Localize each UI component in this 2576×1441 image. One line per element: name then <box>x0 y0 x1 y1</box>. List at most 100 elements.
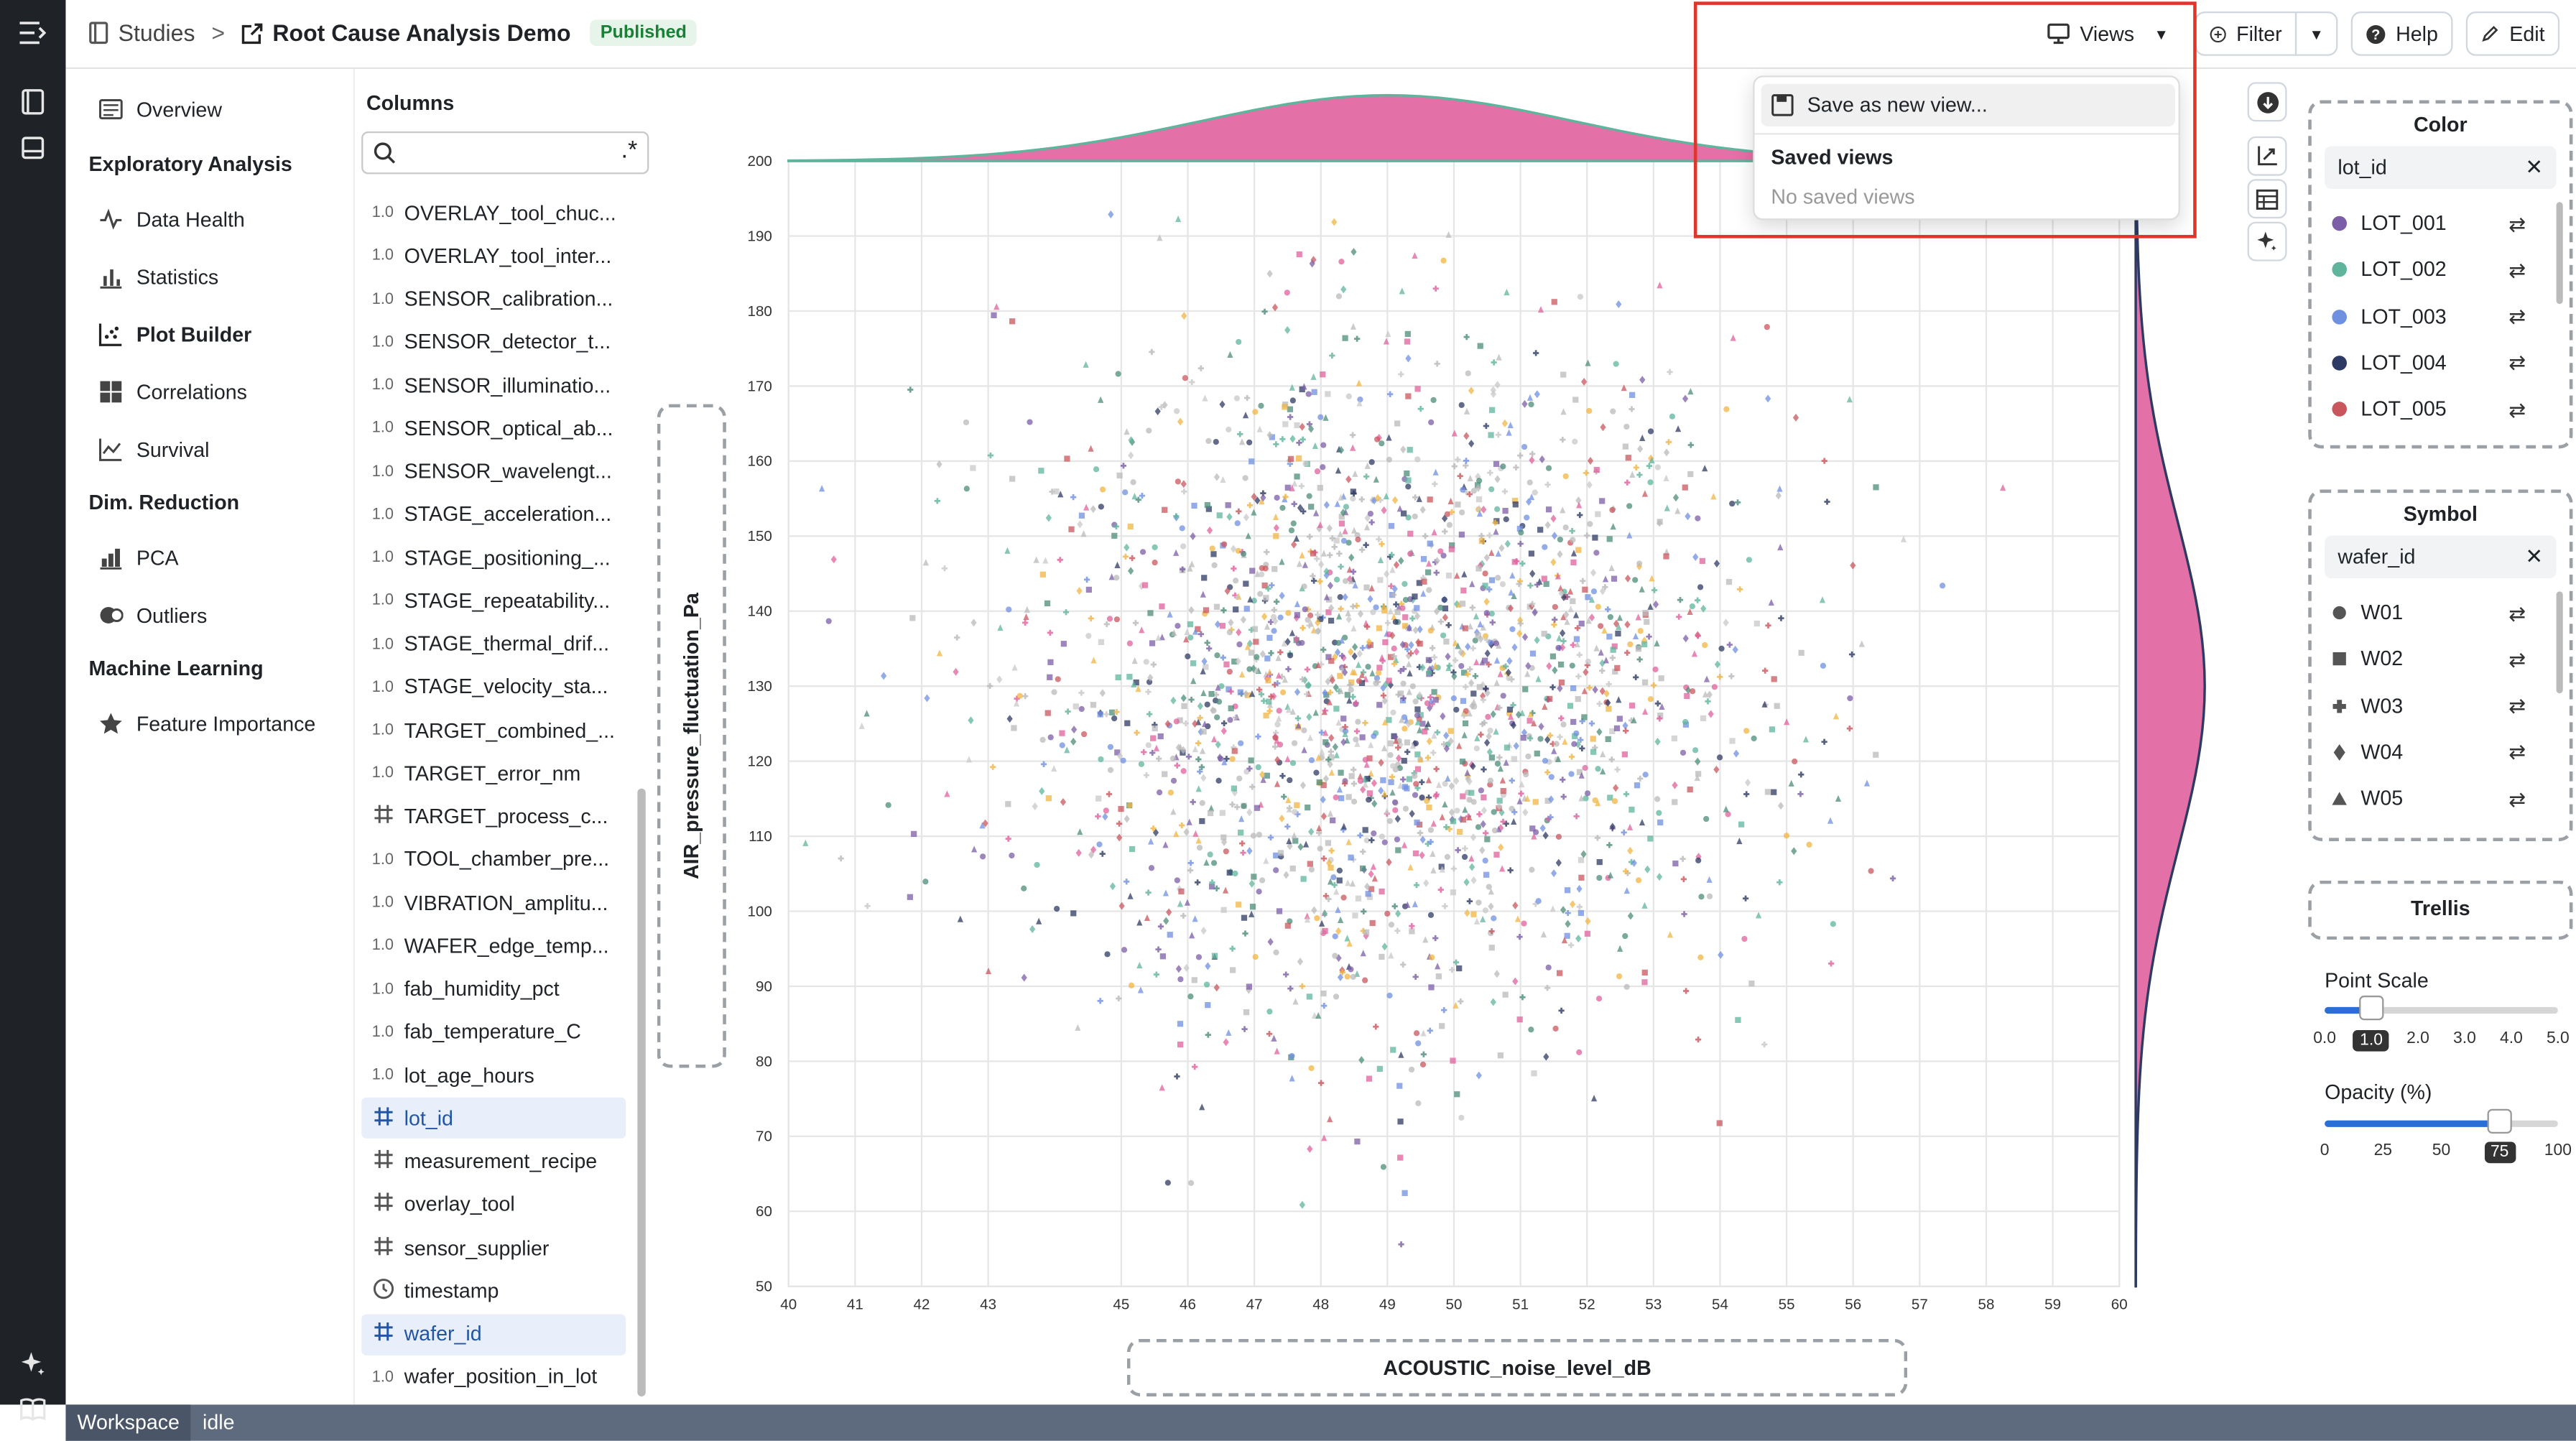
data-point[interactable] <box>1570 598 1576 604</box>
data-point[interactable] <box>1697 584 1704 590</box>
data-point[interactable] <box>1414 766 1422 772</box>
data-point[interactable] <box>1287 406 1294 412</box>
column-item[interactable]: 1.0 OVERLAY_tool_inter... <box>361 236 626 277</box>
data-point[interactable] <box>1460 793 1466 800</box>
data-point[interactable] <box>1302 460 1309 467</box>
data-point[interactable] <box>1558 679 1565 686</box>
data-point[interactable] <box>1413 1030 1420 1037</box>
data-point[interactable] <box>1394 608 1401 616</box>
data-point[interactable] <box>1459 601 1466 607</box>
data-point[interactable] <box>1219 810 1226 816</box>
data-point[interactable] <box>1308 504 1315 510</box>
data-point[interactable] <box>1402 614 1409 621</box>
data-point[interactable] <box>1301 583 1307 590</box>
data-point[interactable] <box>1414 712 1421 718</box>
data-point[interactable] <box>1488 577 1496 583</box>
data-point[interactable] <box>1409 683 1416 690</box>
data-point[interactable] <box>1695 771 1702 777</box>
data-point[interactable] <box>1582 764 1588 772</box>
data-point[interactable] <box>1258 402 1264 409</box>
data-point[interactable] <box>1379 833 1385 840</box>
data-point[interactable] <box>1390 709 1396 715</box>
data-point[interactable] <box>1021 885 1027 891</box>
data-point[interactable] <box>1647 479 1654 486</box>
nav-outliers[interactable]: Outliers <box>98 603 207 627</box>
data-point[interactable] <box>1404 338 1411 345</box>
data-point[interactable] <box>1277 850 1284 856</box>
data-point[interactable] <box>1493 640 1499 647</box>
data-point[interactable] <box>1218 756 1224 762</box>
data-point[interactable] <box>1243 606 1250 612</box>
point-scale-slider[interactable] <box>2325 995 2558 1021</box>
data-point[interactable] <box>1264 655 1271 662</box>
data-point[interactable] <box>1169 755 1177 762</box>
data-point[interactable] <box>1152 544 1158 550</box>
data-point[interactable] <box>1421 728 1428 735</box>
data-point[interactable] <box>1470 690 1477 697</box>
data-point[interactable] <box>1412 513 1418 520</box>
data-point[interactable] <box>1325 391 1331 397</box>
data-point[interactable] <box>1255 764 1261 771</box>
data-point[interactable] <box>1518 529 1524 536</box>
data-point[interactable] <box>1320 371 1326 378</box>
close-icon[interactable]: ✕ <box>2525 154 2543 181</box>
data-point[interactable] <box>1577 857 1585 863</box>
data-point[interactable] <box>1325 840 1332 846</box>
data-point[interactable] <box>1291 740 1298 746</box>
data-point[interactable] <box>1254 654 1260 660</box>
data-point[interactable] <box>1251 626 1259 632</box>
data-point[interactable] <box>1038 468 1044 474</box>
data-point[interactable] <box>1204 701 1210 708</box>
data-point[interactable] <box>1118 806 1124 812</box>
data-point[interactable] <box>1560 371 1567 378</box>
data-point[interactable] <box>1054 905 1060 912</box>
data-point[interactable] <box>1306 493 1312 499</box>
data-point[interactable] <box>1355 895 1362 902</box>
data-point[interactable] <box>1698 894 1705 900</box>
data-point[interactable] <box>1511 756 1517 762</box>
data-point[interactable] <box>1294 473 1300 480</box>
data-point[interactable] <box>1552 603 1558 611</box>
data-point[interactable] <box>1344 973 1350 980</box>
data-point[interactable] <box>1771 676 1777 682</box>
data-point[interactable] <box>1605 736 1611 743</box>
data-point[interactable] <box>1009 852 1015 859</box>
data-point[interactable] <box>1454 807 1460 814</box>
data-point[interactable] <box>1121 947 1128 953</box>
data-point[interactable] <box>1414 751 1421 758</box>
data-point[interactable] <box>1207 810 1214 817</box>
data-point[interactable] <box>1460 816 1467 823</box>
column-item[interactable]: sensor_supplier <box>361 1227 626 1268</box>
data-point[interactable] <box>1148 865 1155 871</box>
data-point[interactable] <box>1233 578 1239 584</box>
data-point[interactable] <box>1320 442 1327 448</box>
data-point[interactable] <box>1279 689 1287 695</box>
data-point[interactable] <box>1462 720 1469 727</box>
data-point[interactable] <box>970 465 976 471</box>
data-point[interactable] <box>1203 607 1210 613</box>
data-point[interactable] <box>1249 904 1256 910</box>
data-point[interactable] <box>1702 641 1708 649</box>
data-point[interactable] <box>1458 663 1465 669</box>
data-point[interactable] <box>1097 711 1103 718</box>
column-item[interactable]: 1.0 STAGE_repeatability... <box>361 580 626 621</box>
data-point[interactable] <box>1531 1070 1537 1077</box>
column-item[interactable]: 1.0 fab_humidity_pct <box>361 968 626 1009</box>
data-point[interactable] <box>1584 930 1591 937</box>
data-point[interactable] <box>1407 447 1413 453</box>
data-point[interactable] <box>1528 1027 1534 1033</box>
data-point[interactable] <box>1350 495 1356 502</box>
data-point[interactable] <box>1394 836 1401 843</box>
nav-survival[interactable]: Survival <box>98 437 210 461</box>
data-point[interactable] <box>1873 484 1879 491</box>
data-point[interactable] <box>1484 836 1491 843</box>
data-point[interactable] <box>1366 1075 1373 1082</box>
data-point[interactable] <box>1345 794 1352 800</box>
data-point[interactable] <box>1289 1052 1295 1060</box>
data-point[interactable] <box>1274 721 1281 728</box>
data-point[interactable] <box>1362 756 1368 763</box>
nav-plot-builder[interactable]: Plot Builder <box>98 322 251 346</box>
data-point[interactable] <box>1482 657 1488 664</box>
data-point[interactable] <box>1555 833 1562 840</box>
data-point[interactable] <box>825 618 832 624</box>
